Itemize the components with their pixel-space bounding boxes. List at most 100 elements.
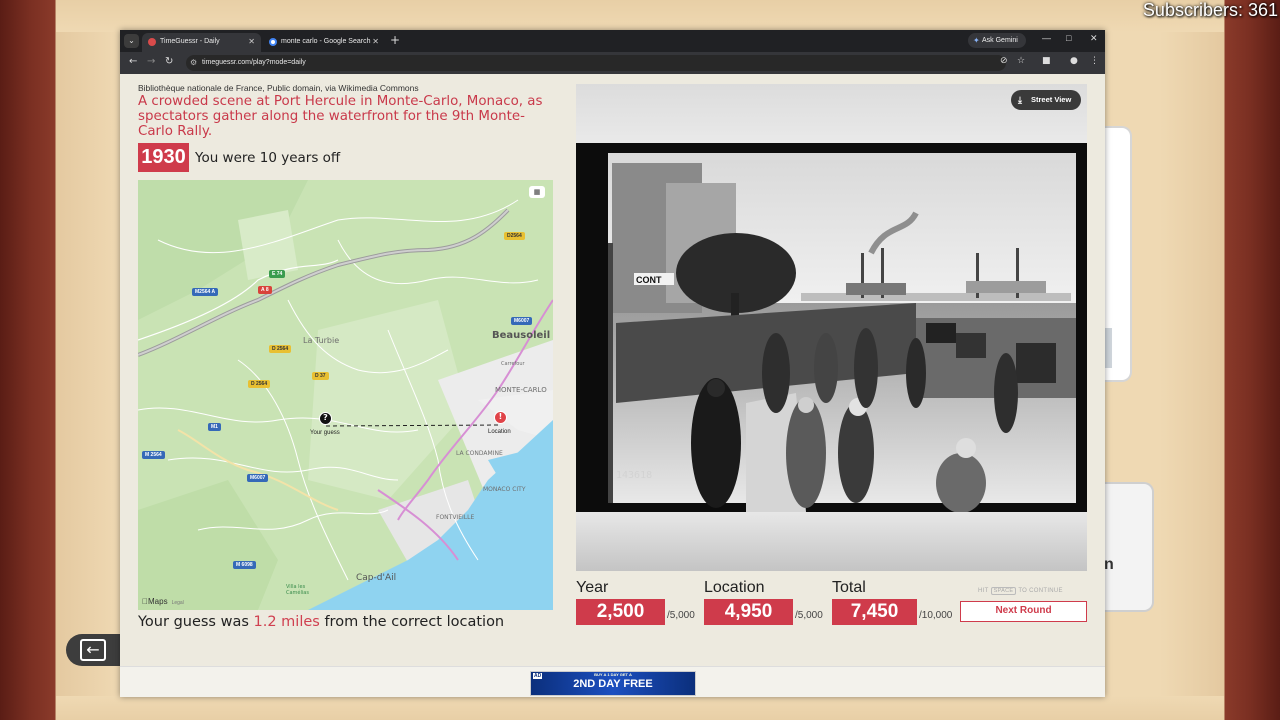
gemini-star-icon: ✦ [973, 36, 980, 45]
maximize-icon[interactable]: □ [1066, 33, 1071, 43]
location-score-value: 4,950 [704, 599, 793, 625]
negative-code: 143618 [616, 470, 652, 481]
road-badge: M 2564 [142, 451, 165, 459]
map-label-la-condamine: LA CONDAMINE [456, 450, 503, 457]
year-score-title: Year [576, 579, 609, 596]
result-map[interactable]: La Turbie Beausoleil MONTE-CARLO LA COND… [138, 180, 553, 610]
photo-image: CONT 143618 [576, 143, 1087, 512]
profile-avatar-icon[interactable]: ● [1070, 56, 1078, 66]
ad-top-text: BUY A 1 DAY GET A [594, 672, 632, 677]
road-badge: M6007 [511, 317, 533, 325]
site-info-icon[interactable]: ⚙ [190, 55, 197, 71]
card-letter: n [1104, 556, 1114, 573]
google-favicon-icon [269, 38, 277, 46]
hint-hit: HIT [978, 588, 989, 594]
distance-feedback: Your guess was 1.2 miles from the correc… [138, 614, 504, 630]
hint-continue: TO CONTINUE [1018, 588, 1063, 594]
road-badge: D 37 [312, 372, 329, 380]
location-score: Location 4,950 /5,000 [704, 579, 823, 625]
year-score: Year 2,500 /5,000 [576, 579, 695, 625]
location-score-title: Location [704, 579, 765, 596]
next-round-button[interactable]: Next Round [960, 601, 1087, 622]
exit-button[interactable]: ← [66, 634, 126, 666]
map-label-la-turbie: La Turbie [303, 336, 340, 345]
maps-label: Maps [142, 597, 168, 606]
close-window-icon[interactable]: ✕ [1090, 33, 1098, 44]
map-label-carrefour: Carrefour [501, 361, 525, 367]
total-score-value: 7,450 [832, 599, 917, 625]
back-arrow-icon[interactable]: ← [129, 56, 137, 67]
distance-suffix: from the correct location [319, 614, 505, 630]
map-label-beausoleil: Beausoleil [492, 330, 551, 341]
extensions-icon[interactable]: ■ [1042, 56, 1051, 66]
year-feedback: You were 10 years off [195, 150, 341, 166]
road-badge: M6007 [247, 474, 269, 482]
location-pin-icon: ! [494, 411, 507, 424]
historical-photo: CONT 143618 [576, 143, 1087, 512]
tab-search-icon[interactable]: ⌄ [124, 34, 139, 48]
apple-maps-attribution: MapsLegal [142, 597, 184, 606]
ad-strip: AD BUY A 1 DAY GET A 2ND DAY FREE [120, 666, 1105, 697]
tab-label: TimeGuessr - Daily [160, 38, 220, 45]
location-pin-label: Location [488, 429, 511, 435]
bookmark-star-icon[interactable]: ☆ [1017, 56, 1025, 66]
correct-year-badge: 1930 [138, 143, 189, 172]
road-badge: E 74 [269, 270, 286, 278]
hint-key: SPACE [990, 587, 1017, 595]
map-label-villa: Villa les Camélias [286, 584, 309, 596]
timeguessr-favicon-icon [148, 38, 156, 46]
total-score-title: Total [832, 579, 866, 596]
image-credit: Bibliothèque nationale de France, Public… [138, 83, 419, 93]
tab-google-search[interactable]: monte carlo - Google Search ✕ [263, 33, 385, 52]
url-bar[interactable]: ⚙ timeguessr.com/play?mode=daily [186, 55, 1006, 71]
road-badge: M1 [208, 423, 221, 431]
new-tab-plus-icon[interactable]: + [390, 34, 400, 46]
total-score-max: /10,000 [919, 610, 953, 621]
ad-main-text: 2ND DAY FREE [573, 678, 653, 690]
gemini-label: Ask Gemini [982, 37, 1018, 44]
year-score-value: 2,500 [576, 599, 665, 625]
road-badge: D 2564 [269, 345, 292, 353]
street-view-button[interactable]: ⤓ Street View [1011, 90, 1081, 110]
map-label-fontvieille: FONTVIEILLE [436, 514, 475, 521]
photo-panel: ⤓ Street View CONT 143618 [576, 84, 1087, 571]
map-label-monte-carlo: MONTE-CARLO [495, 386, 547, 394]
tab-label: monte carlo - Google Search [281, 38, 371, 45]
browser-window: ⌄ TimeGuessr - Daily ✕ monte carlo - Goo… [120, 30, 1105, 697]
frame-top-edge [56, 0, 1224, 32]
eye-off-icon[interactable]: ⊘ [1000, 56, 1008, 66]
guess-pin-label: Your guess [310, 430, 340, 436]
advertisement-banner[interactable]: AD BUY A 1 DAY GET A 2ND DAY FREE [530, 671, 696, 696]
timeguessr-page: Bibliothèque nationale de France, Public… [120, 74, 1105, 697]
legal-link[interactable]: Legal [172, 600, 184, 606]
map-label-cap-dail: Cap-d'Ail [356, 573, 397, 583]
tab-strip: ⌄ TimeGuessr - Daily ✕ monte carlo - Goo… [120, 30, 1105, 52]
map-label-monaco-city: MONACO CITY [483, 486, 526, 493]
continue-hint: HIT SPACE TO CONTINUE [978, 587, 1063, 595]
tab-timeguessr[interactable]: TimeGuessr - Daily ✕ [142, 33, 261, 52]
total-score: Total 7,450 /10,000 [832, 579, 952, 625]
reload-icon[interactable]: ↻ [165, 56, 173, 67]
photo-sign-text: CONT [636, 275, 662, 285]
close-tab-icon[interactable]: ✕ [372, 37, 379, 46]
road-badge: D2564 [504, 232, 525, 240]
address-toolbar: ← → ↻ ⚙ timeguessr.com/play?mode=daily ⊘… [120, 52, 1105, 74]
subscriber-count: Subscribers: 361 [1142, 0, 1278, 20]
image-description: A crowded scene at Port Hercule in Monte… [138, 94, 543, 139]
minimize-icon[interactable]: — [1042, 33, 1051, 43]
road-badge: A 8 [258, 286, 272, 294]
map-terrain [138, 180, 553, 610]
download-icon: ⤓ [1018, 95, 1022, 105]
road-badge: D 2564 [248, 380, 271, 388]
forward-arrow-icon[interactable]: → [147, 56, 155, 67]
ask-gemini-button[interactable]: ✦ Ask Gemini [968, 33, 1026, 48]
map-layers-icon[interactable]: ▦ [529, 186, 545, 198]
url-text: timeguessr.com/play?mode=daily [202, 59, 306, 66]
close-tab-icon[interactable]: ✕ [248, 37, 255, 46]
guess-pin-icon: ? [319, 412, 332, 425]
road-badge: M 6098 [233, 561, 256, 569]
menu-dots-icon[interactable]: ⋮ [1090, 56, 1099, 66]
street-view-label: Street View [1031, 95, 1072, 104]
distance-value: 1.2 miles [253, 614, 320, 630]
exit-arrow-icon: ← [80, 639, 106, 661]
